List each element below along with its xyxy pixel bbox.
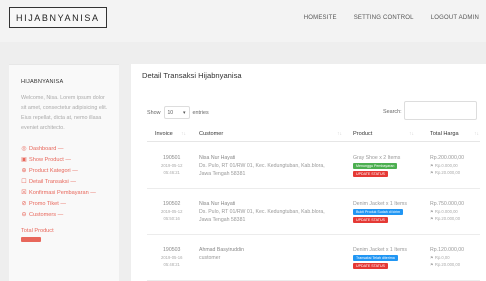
sidebar-item-konfirmasi-pembayaran[interactable]: ☒ Konfirmasi Pembayaran — (21, 187, 119, 198)
price-detail-2: ⚑ Rp.20.000,00 (430, 170, 461, 175)
search-input[interactable] (404, 101, 477, 120)
update-status-button[interactable]: UPDATE STATUS (353, 263, 388, 269)
column-header-product[interactable]: Product (353, 131, 372, 137)
total-product-label: Total Product (21, 228, 54, 234)
customer-name: Ahmad Basyiruddin (199, 247, 244, 253)
sidebar-item-detail-transaksi[interactable]: ☐ Detail Transaksi — (21, 176, 119, 187)
sidebar-item-customers[interactable]: ⊖ Customers — (21, 209, 119, 220)
sidebar-item-promo-tiket[interactable]: ⊘ Promo Tiket — (21, 198, 119, 209)
invoice-date: 2019-05-12 (161, 163, 183, 168)
circle-plus-icon: ⊕ (21, 167, 27, 174)
status-badge: Transaksi Telah diterima (353, 255, 398, 261)
confirm-icon: ☒ (21, 189, 27, 196)
sort-icon[interactable]: ↑↓ (181, 131, 186, 137)
sidebar-menu: ◎ Dashboard — ▣ Show Product — ⊕ Product Ka… (21, 143, 119, 220)
sidebar-item-label: Konfirmasi Pembayaran — (29, 189, 96, 196)
invoice-date: 2019-05-16 (161, 255, 183, 260)
total-price: Rp.120.000,00 (430, 247, 465, 253)
invoice-time: 05:46:21 (163, 170, 180, 175)
price-detail: ⚑ Rp.0.000,00 (430, 209, 458, 214)
list-icon: ☐ (21, 178, 27, 185)
chevron-down-icon: ▾ (182, 109, 186, 116)
sidebar-item-label: Promo Tiket — (29, 200, 66, 207)
product-name: Gray Shoe x 2 Items (353, 155, 401, 161)
customer-name: Nisa Nur Hayati (199, 155, 236, 161)
customer-address-2: Jawa Tengah 58381 (199, 217, 246, 223)
sort-icon[interactable]: ↑↓ (474, 131, 479, 137)
update-status-button[interactable]: UPDATE STATUS (353, 171, 388, 177)
customer-name: Nisa Nur Hayati (199, 201, 236, 207)
status-badge: Menunggu Pembayaran (353, 163, 398, 169)
page-title: Detail Transaksi Hijabnyanisa (142, 71, 242, 80)
sidebar-item-label: Product Kategori — (29, 167, 78, 174)
sidebar-item-label: Customers — (29, 211, 64, 218)
invoice-number: 190502 (163, 201, 181, 207)
product-name: Denim Jacket x 1 Items (353, 201, 407, 207)
entries-label: entries (192, 109, 209, 116)
customer-address: Ds. Pulo, RT 01/RW 01, Kec. Kedungtuban,… (199, 163, 325, 169)
entries-select-value: 10 (167, 109, 174, 116)
sidebar-title: HIJABNYANISA (21, 79, 64, 85)
table-row: 190503 2019-05-16 05:48:21 Ahmad Basyiru… (147, 236, 480, 281)
nav-setting-control[interactable]: SETTING CONTROL (354, 15, 414, 21)
brand-logo[interactable]: HIJABNYANISA (9, 7, 107, 28)
top-nav: HOMESITE SETTING CONTROL LOGOUT ADMIN (304, 15, 479, 21)
invoice-time: 05:50:16 (163, 216, 180, 221)
entries-select[interactable]: 10 ▾ (163, 106, 190, 119)
price-detail-2: ⚑ Rp.20.000,00 (430, 262, 461, 267)
main-panel: Detail Transaksi Hijabnyanisa Show 10 ▾ … (131, 64, 486, 281)
status-badge: Bukti Produk Sudah di kirim (353, 209, 404, 215)
show-entries: Show 10 ▾ entries (147, 106, 209, 119)
sidebar-item-label: Show Product — (29, 156, 71, 163)
product-name: Denim Jacket x 1 Items (353, 247, 407, 253)
tag-icon: ⊘ (21, 200, 27, 207)
column-header-total-harga[interactable]: Total Harga (430, 131, 459, 137)
sort-icon[interactable]: ↑↓ (337, 131, 342, 137)
table-header: Invoice ↑↓ Customer ↑↓ Product ↑↓ Total … (147, 128, 480, 142)
table-row: 190501 2019-05-12 05:46:21 Nisa Nur Haya… (147, 144, 480, 189)
column-header-invoice[interactable]: Invoice (155, 131, 173, 137)
sidebar-item-show-product[interactable]: ▣ Show Product — (21, 154, 119, 165)
invoice-date: 2019-05-12 (161, 209, 183, 214)
customer-address: customer (199, 255, 221, 261)
customer-address: Ds. Pulo, RT 01/RW 01, Kec. Kedungtuban,… (199, 209, 325, 215)
column-header-customer[interactable]: Customer (199, 131, 223, 137)
top-bar: HIJABNYANISA HOMESITE SETTING CONTROL LO… (0, 0, 486, 42)
sidebar-item-dashboard[interactable]: ◎ Dashboard — (21, 143, 119, 154)
sidebar-description: Welcome, Nisa. Lorem ipsum dolor sit ame… (21, 95, 108, 131)
eye-icon: ◎ (21, 145, 27, 152)
total-price: Rp.750.000,00 (430, 201, 465, 207)
invoice-number: 190501 (163, 155, 181, 161)
user-icon: ⊖ (21, 211, 27, 218)
nav-logout-admin[interactable]: LOGOUT ADMIN (431, 15, 479, 21)
price-detail-2: ⚑ Rp.20.000,00 (430, 216, 461, 221)
search-label: Search: (383, 109, 402, 115)
total-product-badge (21, 237, 41, 242)
invoice-number: 190503 (163, 247, 181, 253)
sidebar-item-label: Dashboard — (29, 145, 64, 152)
show-label: Show (147, 109, 161, 116)
update-status-button[interactable]: UPDATE STATUS (353, 217, 388, 223)
invoice-time: 05:48:21 (163, 262, 180, 267)
sidebar-item-product-kategori[interactable]: ⊕ Product Kategori — (21, 165, 119, 176)
sort-icon[interactable]: ↑↓ (409, 131, 414, 137)
total-price: Rp.200.000,00 (430, 155, 465, 161)
sidebar-item-label: Detail Transaksi — (29, 178, 76, 185)
nav-homesite[interactable]: HOMESITE (304, 15, 337, 21)
sidebar: HIJABNYANISA Welcome, Nisa. Lorem ipsum … (9, 64, 119, 281)
table-row: 190502 2019-05-12 05:50:16 Nisa Nur Haya… (147, 190, 480, 235)
price-detail: ⚑ Rp.0,00 (430, 255, 450, 260)
price-detail: ⚑ Rp.0.000,00 (430, 163, 458, 168)
box-icon: ▣ (21, 156, 27, 163)
customer-address-2: Jawa Tengah 58381 (199, 171, 246, 177)
